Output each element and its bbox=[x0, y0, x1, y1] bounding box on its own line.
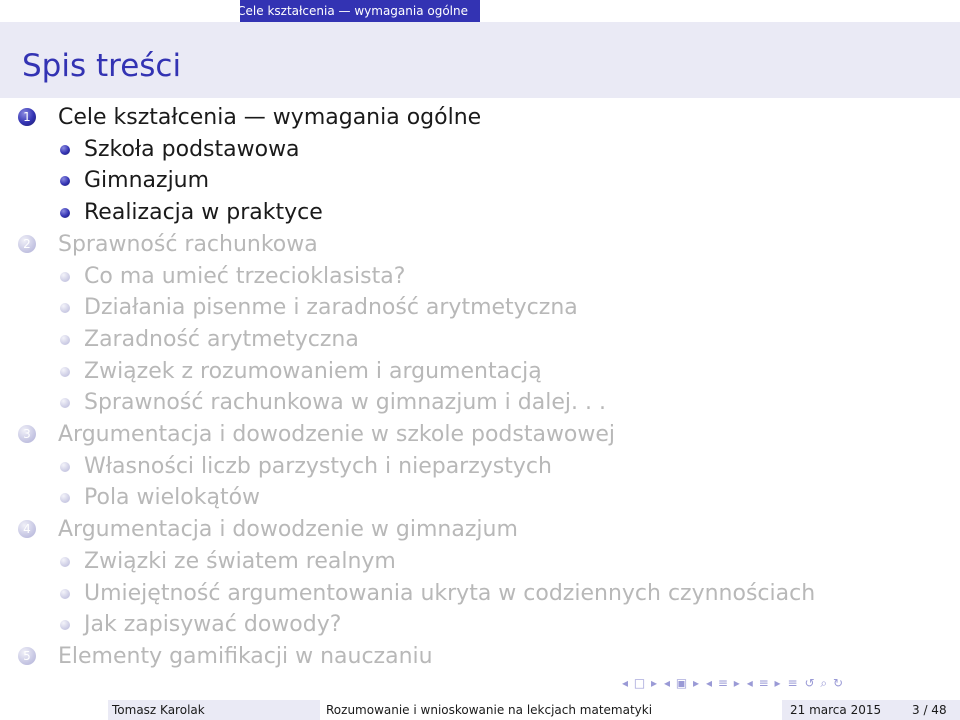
footer-talk-title: Rozumowanie i wnioskowanie na lekcjach m… bbox=[326, 703, 653, 717]
toc-subsection-item[interactable]: Jak zapisywać dowody? bbox=[0, 609, 900, 639]
nav-symbol-icon[interactable]: ↺ ⌕ ↻ bbox=[805, 676, 844, 690]
toc-section-label: Elementy gamifikacji w nauczaniu bbox=[58, 643, 433, 669]
toc-subsection-item[interactable]: Realizacja w praktyce bbox=[0, 197, 900, 227]
bullet-ball-icon bbox=[60, 366, 70, 377]
toc-section-5[interactable]: 5 Elementy gamifikacji w nauczaniu bbox=[0, 641, 900, 671]
bullet-ball-icon bbox=[60, 271, 70, 282]
header-section-tab[interactable]: Cele kształcenia — wymagania ogólne bbox=[237, 0, 480, 22]
toc-subsection-label: Pola wielokątów bbox=[84, 485, 261, 511]
toc-subsection-item[interactable]: Pola wielokątów bbox=[0, 482, 900, 512]
toc-subsection-label: Realizacja w praktyce bbox=[84, 200, 323, 226]
bullet-ball-icon bbox=[60, 144, 70, 155]
toc-subsection-label: Jak zapisywać dowody? bbox=[84, 612, 342, 638]
toc-section-label: Cele kształcenia — wymagania ogólne bbox=[58, 105, 482, 130]
toc-subsection-item[interactable]: Szkoła podstawowa bbox=[0, 134, 900, 164]
toc-subsection-label: Związek z rozumowaniem i argumentacją bbox=[84, 358, 542, 384]
toc-subsection-label: Szkoła podstawowa bbox=[84, 136, 300, 162]
bullet-ball-icon bbox=[60, 208, 70, 219]
toc-subsection-item[interactable]: Co ma umieć trzecioklasista? bbox=[0, 261, 900, 291]
toc-subsection-item[interactable]: Własności liczb parzystych i nieparzysty… bbox=[0, 451, 900, 481]
header-right bbox=[480, 0, 960, 22]
footer-page-number: 3 / 48 bbox=[912, 703, 947, 717]
footer-author: Tomasz Karolak bbox=[112, 703, 205, 717]
toc-subsection-item[interactable]: Działania pisenme i zaradność arytmetycz… bbox=[0, 292, 900, 322]
toc-section-number: 5 bbox=[18, 646, 36, 665]
toc-subsection-label: Zaradność arytmetyczna bbox=[84, 326, 359, 352]
nav-symbol-icon[interactable]: ◂ ≡ ▸ bbox=[706, 676, 741, 690]
toc-subsection-label: Własności liczb parzystych i nieparzysty… bbox=[84, 453, 552, 479]
frame-title: Spis treści bbox=[22, 48, 182, 84]
toc-section-number: 4 bbox=[18, 520, 36, 539]
bullet-ball-icon bbox=[60, 461, 70, 472]
toc-subsection-label: Gimnazjum bbox=[84, 168, 210, 194]
frame-title-bar: Spis treści bbox=[0, 22, 960, 98]
footer: Tomasz Karolak Rozumowanie i wnioskowani… bbox=[0, 700, 960, 720]
toc-section-4[interactable]: 4 Argumentacja i dowodzenie w gimnazjum bbox=[0, 514, 900, 544]
toc-subsection-label: Sprawność rachunkowa w gimnazjum i dalej… bbox=[84, 390, 606, 416]
toc-section-number: 2 bbox=[18, 234, 36, 253]
toc-subsection-label: Co ma umieć trzecioklasista? bbox=[84, 263, 406, 289]
bullet-ball-icon bbox=[60, 588, 70, 599]
toc-subsection-label: Działania pisenme i zaradność arytmetycz… bbox=[84, 295, 578, 321]
header-left bbox=[0, 0, 240, 22]
toc-section-number: 3 bbox=[18, 425, 36, 443]
header-section-label: Cele kształcenia — wymagania ogólne bbox=[237, 4, 468, 18]
nav-symbol-icon[interactable]: ≡ bbox=[788, 676, 799, 690]
toc-section-1[interactable]: 1 Cele kształcenia — wymagania ogólne bbox=[0, 102, 900, 132]
bullet-ball-icon bbox=[60, 303, 70, 314]
header-bar: Cele kształcenia — wymagania ogólne bbox=[0, 0, 960, 22]
toc-subsection-item[interactable]: Umiejętność argumentowania ukryta w codz… bbox=[0, 578, 900, 608]
toc-section-label: Argumentacja i dowodzenie w szkole podst… bbox=[58, 422, 616, 447]
nav-symbol-icon[interactable]: ◂ □ ▸ bbox=[622, 676, 658, 690]
toc-subsection-item[interactable]: Gimnazjum bbox=[0, 165, 900, 195]
toc-section-label: Sprawność rachunkowa bbox=[58, 231, 318, 257]
toc-subsection-item[interactable]: Sprawność rachunkowa w gimnazjum i dalej… bbox=[0, 387, 900, 417]
bullet-ball-icon bbox=[60, 556, 70, 567]
toc-subsection-label: Związki ze światem realnym bbox=[84, 548, 396, 574]
bullet-ball-icon bbox=[60, 334, 70, 345]
toc-subsection-item[interactable]: Zaradność arytmetyczna bbox=[0, 324, 900, 354]
toc-subsection-label: Umiejętność argumentowania ukryta w codz… bbox=[84, 580, 816, 606]
toc-section-number: 1 bbox=[18, 108, 36, 126]
toc-section-3[interactable]: 3 Argumentacja i dowodzenie w szkole pods… bbox=[0, 419, 900, 449]
bullet-ball-icon bbox=[60, 398, 70, 409]
bullet-ball-icon bbox=[60, 493, 70, 504]
toc-section-label: Argumentacja i dowodzenie w gimnazjum bbox=[58, 517, 518, 543]
beamer-navigation-symbols: ◂ □ ▸ ◂ ▣ ▸ ◂ ≡ ▸ ◂ ≡ ▸ ≡ ↺ ⌕ ↻ bbox=[622, 676, 850, 692]
nav-symbol-icon[interactable]: ◂ ▣ ▸ bbox=[664, 676, 700, 690]
bullet-ball-icon bbox=[60, 620, 70, 631]
toc-subsection-item[interactable]: Związek z rozumowaniem i argumentacją bbox=[0, 356, 900, 386]
toc-subsection-item[interactable]: Związki ze światem realnym bbox=[0, 546, 900, 576]
nav-symbol-icon[interactable]: ◂ ≡ ▸ bbox=[747, 676, 782, 690]
toc-section-2[interactable]: 2 Sprawność rachunkowa bbox=[0, 229, 900, 259]
footer-date: 21 marca 2015 bbox=[790, 703, 882, 717]
bullet-ball-icon bbox=[60, 176, 70, 187]
